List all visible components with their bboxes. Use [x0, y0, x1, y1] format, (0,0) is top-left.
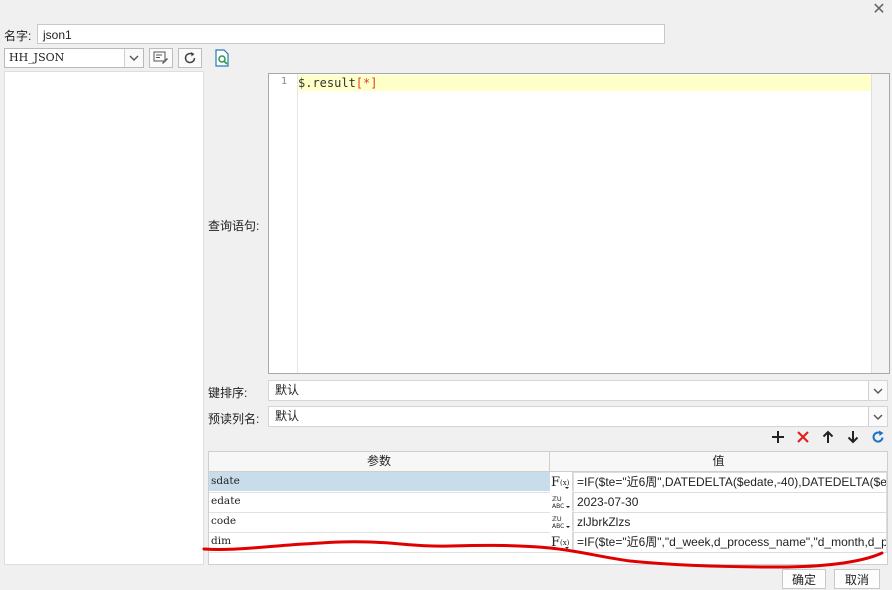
refresh-icon: [184, 52, 196, 64]
name-label: 名字:: [4, 29, 32, 43]
ok-button[interactable]: 确定: [782, 569, 826, 589]
add-param-button[interactable]: [767, 427, 789, 447]
params-header-param: 参数: [209, 452, 550, 472]
edit-connection-icon: [153, 51, 168, 64]
key-sort-select[interactable]: 默认: [268, 380, 888, 401]
delete-icon: [797, 431, 809, 443]
key-sort-label: 键排序:: [208, 386, 248, 400]
svg-text:ABC: ABC: [552, 503, 564, 510]
edit-connection-button[interactable]: [149, 48, 173, 68]
connection-select-value: HH_JSON: [9, 51, 65, 64]
string-type-icon[interactable]: ℤU ABC: [550, 492, 573, 511]
table-row[interactable]: code ℤU ABC zlJbrkZlzs: [209, 512, 887, 533]
string-type-icon[interactable]: ℤU ABC: [550, 512, 573, 531]
param-value[interactable]: 2023-07-30: [573, 492, 887, 513]
svg-text:(x): (x): [560, 479, 570, 487]
query-label: 查询语句:: [208, 219, 260, 233]
svg-text:ℤU: ℤU: [552, 515, 562, 523]
name-input[interactable]: json1: [37, 24, 665, 44]
line-number-gutter: 1: [269, 74, 298, 373]
table-row[interactable]: sdate F (x) =IF($te="近6周",DATEDELTA($edat…: [209, 472, 887, 493]
delete-param-button[interactable]: [792, 427, 814, 447]
current-line-highlight: [298, 75, 872, 91]
close-icon[interactable]: ✕: [870, 1, 888, 19]
preview-columns-label: 预读列名:: [208, 412, 260, 426]
chevron-down-icon: [868, 381, 887, 400]
plus-icon: [772, 431, 784, 443]
preview-data-icon[interactable]: [214, 49, 232, 67]
line-number: 1: [280, 76, 287, 87]
connection-select[interactable]: HH_JSON: [4, 48, 144, 68]
query-code-path: $.result: [298, 76, 356, 90]
cancel-button[interactable]: 取消: [834, 569, 880, 589]
key-sort-value: 默认: [275, 383, 300, 397]
formula-icon[interactable]: F (x): [550, 472, 573, 491]
svg-text:F: F: [551, 475, 560, 490]
param-name[interactable]: code: [209, 512, 552, 531]
param-value[interactable]: =IF($te="近6周",DATEDELTA($edate,-40),DATE…: [573, 472, 887, 493]
chevron-down-icon: [124, 49, 143, 67]
preview-columns-select[interactable]: 默认: [268, 406, 888, 427]
query-code[interactable]: $.result[*]: [298, 75, 377, 91]
chevron-down-icon: [868, 407, 887, 426]
refresh-icon: [872, 430, 884, 443]
refresh-params-button[interactable]: [867, 427, 889, 447]
move-down-button[interactable]: [842, 427, 864, 447]
arrow-down-icon: [847, 431, 859, 444]
move-up-button[interactable]: [817, 427, 839, 447]
params-header-value: 值: [550, 452, 887, 472]
param-name[interactable]: edate: [209, 492, 552, 511]
arrow-up-icon: [822, 430, 834, 443]
editor-scrollbar[interactable]: [871, 74, 889, 373]
query-editor[interactable]: 1 $.result[*]: [268, 73, 890, 374]
svg-text:ℤU: ℤU: [552, 495, 562, 503]
param-value[interactable]: zlJbrkZlzs: [573, 512, 887, 533]
query-code-bracket: [*]: [355, 76, 378, 90]
table-tree-panel[interactable]: [4, 71, 204, 565]
svg-text:ABC: ABC: [552, 523, 564, 530]
table-row[interactable]: edate ℤU ABC 2023-07-30: [209, 492, 887, 513]
preview-columns-value: 默认: [275, 409, 300, 423]
refresh-connection-button[interactable]: [178, 48, 202, 68]
param-name[interactable]: sdate: [209, 472, 552, 491]
